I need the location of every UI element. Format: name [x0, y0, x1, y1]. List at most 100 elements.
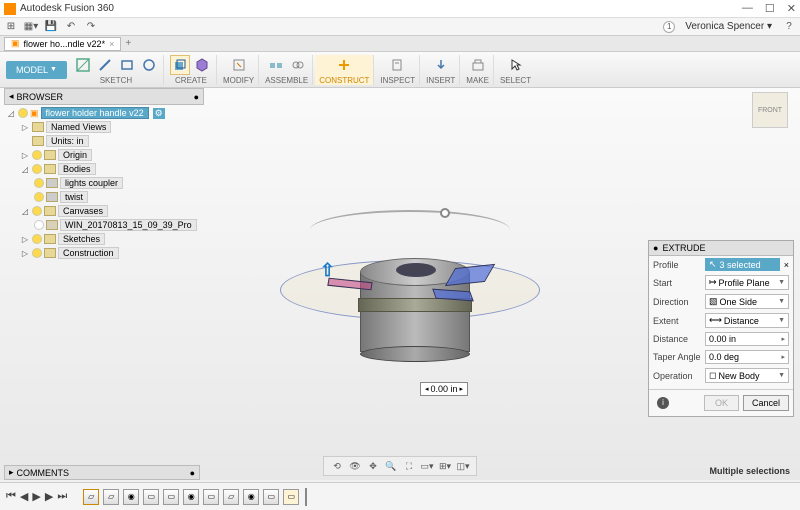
comments-settings-icon[interactable]: ●	[190, 468, 195, 478]
tree-item[interactable]: ◿Bodies	[6, 162, 212, 176]
save-icon[interactable]: 💾	[44, 20, 58, 34]
zoom-icon[interactable]: 🔍	[384, 459, 398, 473]
operation-dropdown[interactable]: ◻ New Body▼	[705, 368, 789, 383]
timeline-step[interactable]: ▱	[223, 489, 239, 505]
display-dropdown[interactable]: ▭▾	[420, 459, 434, 473]
clear-selection-icon[interactable]: ×	[784, 260, 789, 270]
grid-dropdown[interactable]: ⊞▾	[438, 459, 452, 473]
maximize-button[interactable]: ☐	[765, 2, 775, 15]
timeline-start[interactable]: ⏮	[6, 490, 16, 503]
browser-settings-icon[interactable]: ●	[194, 92, 199, 102]
app-grid-icon[interactable]: ⊞	[4, 20, 18, 34]
tree-root-label: flower holder handle v22	[41, 107, 149, 119]
tree-root[interactable]: ◿▣ flower holder handle v22 ⚙	[6, 106, 212, 120]
construct-label[interactable]: CONSTRUCT	[319, 76, 369, 85]
comments-panel[interactable]: ▸COMMENTS ●	[4, 465, 200, 480]
select-icon[interactable]	[506, 55, 526, 75]
timeline-step[interactable]: ▭	[203, 489, 219, 505]
help-icon[interactable]: ?	[782, 20, 796, 34]
timeline-step[interactable]: ◉	[123, 489, 139, 505]
timeline-step[interactable]: ▭	[143, 489, 159, 505]
make-label[interactable]: MAKE	[466, 76, 489, 85]
inspect-icon[interactable]	[388, 55, 408, 75]
box-icon[interactable]	[192, 55, 212, 75]
help-badge[interactable]: 1	[663, 21, 675, 33]
tree-item[interactable]: twist	[6, 190, 212, 204]
make-icon[interactable]	[468, 55, 488, 75]
timeline-back[interactable]: ◀	[20, 490, 28, 503]
insert-label[interactable]: INSERT	[426, 76, 455, 85]
insert-icon[interactable]	[431, 55, 451, 75]
assemble-icon[interactable]	[266, 55, 286, 75]
extrude-direction-arrow[interactable]: ⇧	[320, 260, 335, 281]
workspace-switcher[interactable]: MODEL ▼	[6, 61, 67, 79]
tree-item[interactable]: Units: in	[6, 134, 212, 148]
extent-dropdown[interactable]: ⟷ Distance▼	[705, 313, 789, 328]
pan-icon[interactable]: ✥	[366, 459, 380, 473]
file-menu[interactable]: ▦▾	[24, 20, 38, 34]
cancel-button[interactable]: Cancel	[743, 395, 789, 411]
taper-input[interactable]: 0.0 deg▸	[705, 350, 789, 364]
joint-icon[interactable]	[288, 55, 308, 75]
user-menu[interactable]: Veronica Spencer ▾	[681, 21, 776, 32]
timeline-step[interactable]: ▱	[83, 489, 99, 505]
timeline-playhead[interactable]	[305, 488, 307, 506]
timeline-step[interactable]: ▭	[163, 489, 179, 505]
info-icon[interactable]: i	[657, 397, 669, 409]
timeline-step[interactable]: ◉	[183, 489, 199, 505]
tree-item[interactable]: ▷Origin	[6, 148, 212, 162]
select-label[interactable]: SELECT	[500, 76, 531, 85]
browser-header[interactable]: ◂ BROWSER ●	[4, 88, 204, 105]
view-cube[interactable]: FRONT	[752, 92, 788, 128]
construct-icon[interactable]	[334, 55, 354, 75]
dimension-input[interactable]: ◂0.00 in▸	[420, 382, 468, 396]
timeline-end[interactable]: ⏭	[57, 490, 67, 503]
timeline-fwd[interactable]: ▶	[45, 490, 53, 503]
modify-label[interactable]: MODIFY	[223, 76, 254, 85]
timeline-step[interactable]: ▭	[283, 489, 299, 505]
look-icon[interactable]: 👁	[348, 459, 362, 473]
timeline-step[interactable]: ▭	[263, 489, 279, 505]
timeline-step[interactable]: ▱	[103, 489, 119, 505]
orbit-handle[interactable]	[440, 208, 450, 218]
close-tab-icon[interactable]: ×	[109, 39, 114, 49]
tree-item[interactable]: lights coupler	[6, 176, 212, 190]
cylinder-band[interactable]	[358, 298, 472, 312]
timeline-play[interactable]: ▶	[32, 490, 40, 503]
sketch-label[interactable]: SKETCH	[100, 76, 132, 85]
minimize-button[interactable]: —	[742, 2, 753, 15]
inspect-label[interactable]: INSPECT	[380, 76, 415, 85]
tree-item[interactable]: ▷Sketches	[6, 232, 212, 246]
close-button[interactable]: ✕	[787, 2, 796, 15]
gear-icon[interactable]: ⚙	[153, 108, 165, 119]
document-tab[interactable]: ▣ flower ho...ndle v22* ×	[4, 37, 121, 51]
new-tab-button[interactable]: +	[125, 38, 131, 49]
start-dropdown[interactable]: ↦ Profile Plane▼	[705, 275, 789, 290]
tree-item[interactable]: ◿Canvases	[6, 204, 212, 218]
profile-selection[interactable]: ↖ 3 selected	[705, 258, 780, 271]
line-icon[interactable]	[95, 55, 115, 75]
tree-item[interactable]: ▷Named Views	[6, 120, 212, 134]
rectangle-icon[interactable]	[117, 55, 137, 75]
orbit-icon[interactable]: ⟲	[330, 459, 344, 473]
timeline-step[interactable]: ◉	[243, 489, 259, 505]
fit-icon[interactable]: ⛶	[402, 459, 416, 473]
circle-icon[interactable]	[139, 55, 159, 75]
tree-item[interactable]: WIN_20170813_15_09_39_Pro	[6, 218, 212, 232]
extrude-header[interactable]: ●EXTRUDE	[649, 241, 793, 256]
modify-icon[interactable]	[229, 55, 249, 75]
sketch-icon[interactable]	[73, 55, 93, 75]
assemble-label[interactable]: ASSEMBLE	[265, 76, 308, 85]
cylinder-bottom[interactable]	[360, 346, 470, 362]
distance-input[interactable]: 0.00 in▸	[705, 332, 789, 346]
create-label[interactable]: CREATE	[175, 76, 207, 85]
model-geometry[interactable]: ⇧	[300, 210, 520, 390]
viewport-dropdown[interactable]: ◫▾	[456, 459, 470, 473]
redo-icon[interactable]: ↷	[84, 20, 98, 34]
tree-item[interactable]: ▷Construction	[6, 246, 212, 260]
ok-button[interactable]: OK	[704, 395, 739, 411]
browser-tree: ◿▣ flower holder handle v22 ⚙ ▷Named Vie…	[4, 104, 214, 262]
direction-dropdown[interactable]: ▧ One Side▼	[705, 294, 789, 309]
extrude-icon[interactable]	[170, 55, 190, 75]
undo-icon[interactable]: ↶	[64, 20, 78, 34]
